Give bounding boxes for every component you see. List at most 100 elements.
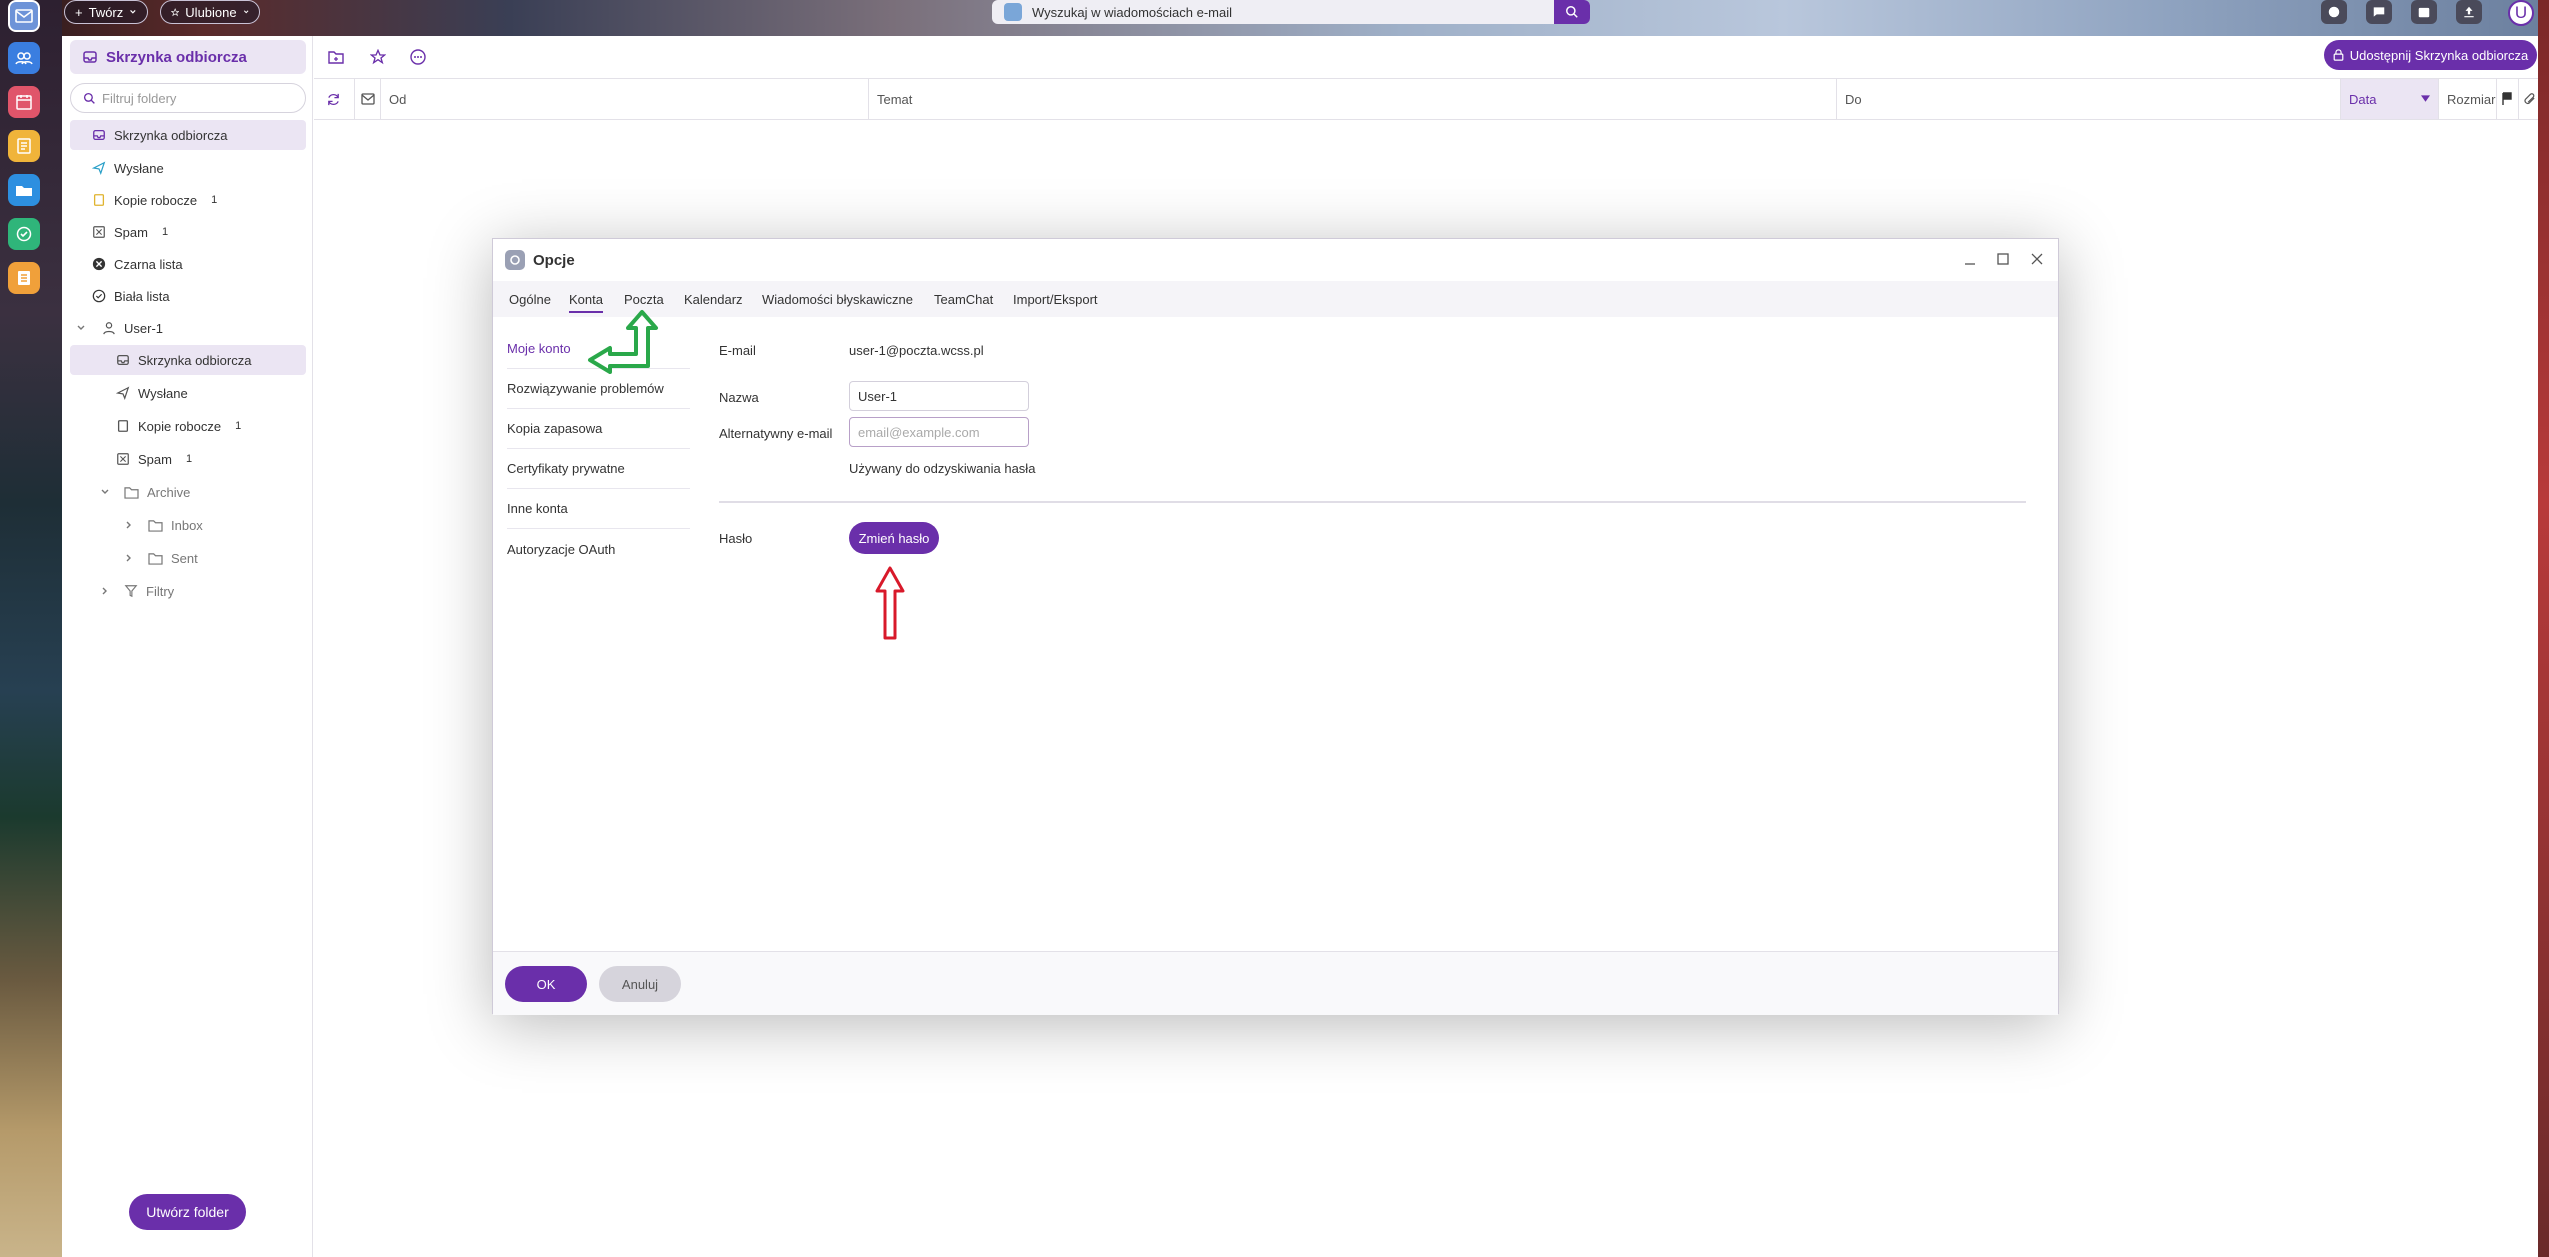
more-options-icon[interactable] [410, 49, 426, 65]
column-subject[interactable]: Temat [868, 79, 1836, 119]
folder-user-1[interactable]: User-1 [76, 313, 163, 343]
create-button[interactable]: + Twórz [64, 0, 148, 24]
refresh-icon[interactable] [314, 79, 354, 119]
folder-spam[interactable]: Spam 1 [92, 217, 168, 247]
documents-app-icon[interactable] [8, 262, 40, 294]
tab-teamchat[interactable]: TeamChat [934, 281, 993, 317]
send-icon [116, 386, 130, 400]
folder-user-sent[interactable]: Wysłane [116, 378, 188, 408]
folder-drafts[interactable]: Kopie robocze 1 [92, 185, 217, 215]
attachment-icon[interactable] [2518, 79, 2538, 119]
dialog-titlebar: Opcje [493, 239, 2058, 281]
tab-instant-messages[interactable]: Wiadomości błyskawiczne [762, 281, 913, 317]
block-icon [92, 257, 106, 271]
mail-toolbar [314, 36, 2538, 78]
files-app-icon[interactable] [8, 174, 40, 206]
chat-icon[interactable] [2321, 0, 2347, 24]
global-search-placeholder[interactable]: Wyszukaj w wiadomościach e-mail [1032, 5, 1554, 20]
password-label: Hasło [719, 531, 753, 546]
folder-panel-header[interactable]: Skrzynka odbiorcza [70, 40, 306, 74]
folder-inbox[interactable]: Skrzynka odbiorcza [70, 120, 306, 150]
favorites-button[interactable]: Ulubione [160, 0, 260, 24]
column-to[interactable]: Do [1836, 79, 2340, 119]
green-arrow-annotation-icon [588, 310, 658, 374]
unread-badge: 1 [211, 194, 218, 206]
chevron-down-icon [130, 10, 136, 14]
column-size[interactable]: Rozmiar [2438, 79, 2496, 119]
draft-icon [117, 420, 129, 432]
draft-icon [93, 194, 105, 206]
tab-import-export[interactable]: Import/Eksport [1013, 281, 1098, 317]
folder-archive-sent[interactable]: Sent [124, 543, 198, 573]
inbox-icon [93, 129, 105, 141]
tab-general[interactable]: Ogólne [509, 281, 551, 317]
folder-icon [148, 519, 163, 532]
folder-filter[interactable] [70, 83, 306, 113]
folder-user-spam[interactable]: Spam 1 [116, 444, 192, 474]
cancel-button[interactable]: Anuluj [599, 966, 681, 1002]
read-status-icon[interactable] [354, 79, 380, 119]
lock-icon [2333, 49, 2344, 61]
nav-other-accounts[interactable]: Inne konta [507, 489, 690, 529]
messages-icon[interactable] [2366, 0, 2392, 24]
inbox-icon [83, 51, 97, 63]
create-folder-button[interactable]: Utwórz folder [129, 1194, 246, 1230]
global-search-bar[interactable]: Wyszukaj w wiadomościach e-mail [992, 0, 1590, 24]
user-icon [103, 322, 115, 335]
red-arrow-annotation-icon [875, 566, 905, 640]
search-button[interactable] [1554, 0, 1590, 24]
folder-archive[interactable]: Archive [100, 477, 190, 507]
dialog-tabs: Ogólne Konta Poczta Kalendarz Wiadomości… [493, 281, 2058, 317]
chevron-right-icon[interactable] [124, 520, 134, 530]
calendar-small-icon[interactable] [2411, 0, 2437, 24]
chevron-down-icon[interactable] [76, 323, 86, 333]
unread-badge: 1 [185, 453, 193, 465]
nav-private-certificates[interactable]: Certyfikaty prywatne [507, 449, 690, 489]
folder-blacklist[interactable]: Czarna lista [92, 249, 183, 279]
new-folder-icon[interactable] [328, 49, 344, 65]
chevron-down-icon[interactable] [100, 487, 110, 497]
notes-app-icon[interactable] [8, 130, 40, 162]
alt-email-hint: Używany do odzyskiwania hasła [849, 461, 1036, 476]
dialog-footer: OK Anuluj [493, 951, 2058, 1015]
dialog-title: Opcje [533, 251, 575, 269]
folder-whitelist[interactable]: Biała lista [92, 281, 170, 311]
spam-icon [93, 226, 105, 238]
contacts-app-icon[interactable] [8, 42, 40, 74]
chevron-right-icon[interactable] [100, 586, 110, 596]
column-from[interactable]: Od [380, 79, 868, 119]
folder-sent[interactable]: Wysłane [92, 153, 164, 183]
close-icon[interactable] [2030, 252, 2044, 266]
flag-icon[interactable] [2496, 79, 2518, 119]
minimize-icon[interactable] [1963, 253, 1977, 267]
star-icon[interactable] [370, 49, 386, 65]
tab-calendar[interactable]: Kalendarz [684, 281, 743, 317]
unread-badge: 1 [161, 226, 169, 238]
alt-email-input[interactable] [849, 417, 1029, 447]
folder-user-drafts[interactable]: Kopie robocze 1 [116, 411, 241, 441]
upload-icon[interactable] [2456, 0, 2482, 24]
folder-filters[interactable]: Filtry [100, 576, 174, 606]
chevron-right-icon[interactable] [124, 553, 134, 563]
share-inbox-button[interactable]: Udostępnij Skrzynka odbiorcza [2324, 40, 2537, 70]
avatar[interactable]: U [2508, 0, 2534, 26]
column-date[interactable]: Data [2340, 79, 2438, 119]
tasks-app-icon[interactable] [8, 218, 40, 250]
name-input[interactable] [849, 381, 1029, 411]
folder-panel-title: Skrzynka odbiorcza [106, 48, 247, 66]
mail-app-icon[interactable] [8, 0, 40, 32]
folder-archive-inbox[interactable]: Inbox [124, 510, 203, 540]
change-password-button[interactable]: Zmień hasło [849, 522, 939, 554]
mail-search-scope-icon[interactable] [1004, 3, 1022, 21]
maximize-icon[interactable] [1996, 252, 2010, 266]
calendar-app-icon[interactable] [8, 86, 40, 118]
plus-icon: + [75, 4, 83, 20]
folder-user-inbox[interactable]: Skrzynka odbiorcza [70, 345, 306, 375]
ok-button[interactable]: OK [505, 966, 587, 1002]
folder-icon [148, 552, 163, 565]
nav-backup[interactable]: Kopia zapasowa [507, 409, 690, 449]
divider [719, 501, 2026, 503]
nav-troubleshooting[interactable]: Rozwiązywanie problemów [507, 369, 690, 409]
folder-filter-input[interactable] [102, 90, 292, 106]
nav-oauth[interactable]: Autoryzacje OAuth [507, 529, 690, 569]
